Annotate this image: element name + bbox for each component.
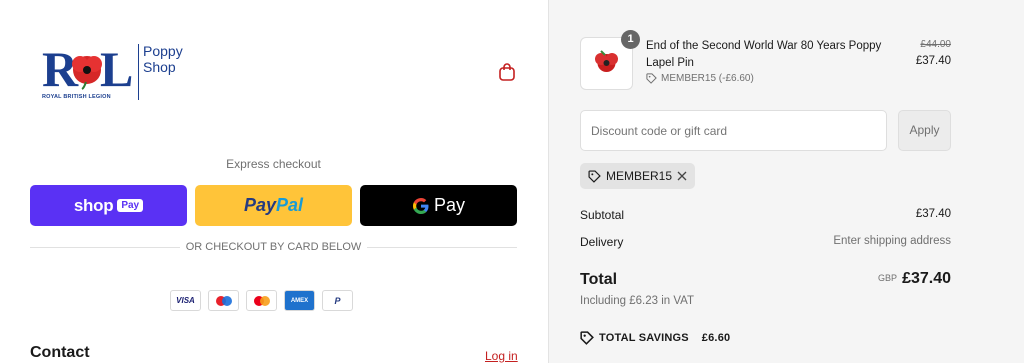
logo-shop-text: Poppy Shop xyxy=(143,43,183,75)
logo-divider xyxy=(138,44,139,100)
shop-pay-badge: Pay xyxy=(117,199,144,212)
logo-subtitle: ROYAL BRITISH LEGION xyxy=(42,94,111,100)
contact-heading: Contact xyxy=(30,344,90,361)
delivery-value: Enter shipping address xyxy=(833,235,951,247)
logo-shop-line2: Shop xyxy=(143,59,176,75)
subtotal-label: Subtotal xyxy=(580,208,625,222)
google-pay-button[interactable]: Pay xyxy=(360,185,517,226)
royal-british-legion-poppy-shop-logo[interactable]: R L Poppy Shop ROYAL BRITISH LEGION xyxy=(42,42,192,102)
tag-icon xyxy=(588,169,601,183)
apply-button[interactable]: Apply xyxy=(898,110,951,151)
total-value: GBP £37.40 xyxy=(820,270,951,288)
maestro-icon xyxy=(208,290,239,311)
google-g-icon xyxy=(412,197,429,214)
item-discount-text: MEMBER15 (-£6.60) xyxy=(661,73,754,84)
paypal-wordmark-pal: Pal xyxy=(276,195,304,215)
discounted-price: £37.40 xyxy=(915,55,951,67)
paypal-card-icon: P xyxy=(322,290,353,311)
delivery-label: Delivery xyxy=(580,235,624,249)
tag-icon xyxy=(580,331,594,345)
amex-icon: AMEX xyxy=(284,290,315,311)
vat-note: Including £6.23 in VAT xyxy=(580,295,695,307)
google-pay-label: Pay xyxy=(433,195,466,215)
product-name: End of the Second World War 80 Years Pop… xyxy=(646,40,882,69)
total-label: Total xyxy=(580,271,618,288)
item-discount: MEMBER15 (-£6.60) xyxy=(646,73,754,84)
visa-icon: VISA xyxy=(170,290,201,311)
total-savings-label: TOTAL SAVINGS xyxy=(599,332,689,344)
checkout-by-card-divider: OR CHECKOUT BY CARD BELOW xyxy=(180,241,367,253)
original-price: £44.00 xyxy=(920,39,951,50)
rbl-logo-mark: R L xyxy=(42,42,132,90)
remove-discount-close-icon[interactable] xyxy=(677,171,687,181)
shopping-bag-icon[interactable] xyxy=(497,62,517,82)
total-amount: £37.40 xyxy=(902,270,951,287)
tag-icon xyxy=(646,73,657,84)
accepted-cards: VISA AMEX P xyxy=(170,290,353,311)
discount-code-input[interactable] xyxy=(580,110,887,151)
paypal-wordmark-pay: Pay xyxy=(243,195,276,215)
item-quantity-badge: 1 xyxy=(621,30,640,49)
mastercard-icon xyxy=(246,290,277,311)
shop-pay-wordmark: shop xyxy=(73,195,114,215)
subtotal-value: £37.40 xyxy=(915,208,951,220)
shop-pay-button[interactable]: shop Pay xyxy=(30,185,187,226)
log-in-link[interactable]: Log in xyxy=(485,349,518,363)
paypal-button[interactable]: PayPal xyxy=(195,185,352,226)
svg-text:L: L xyxy=(100,42,132,90)
logo-shop-line1: Poppy xyxy=(143,43,183,59)
total-savings: TOTAL SAVINGS £6.60 xyxy=(580,331,730,345)
applied-discount-chip: MEMBER15 xyxy=(580,163,696,189)
applied-discount-code: MEMBER15 xyxy=(606,169,673,183)
total-currency: GBP xyxy=(878,273,898,283)
total-savings-amount: £6.60 xyxy=(701,332,731,344)
express-checkout-heading: Express checkout xyxy=(226,157,321,171)
